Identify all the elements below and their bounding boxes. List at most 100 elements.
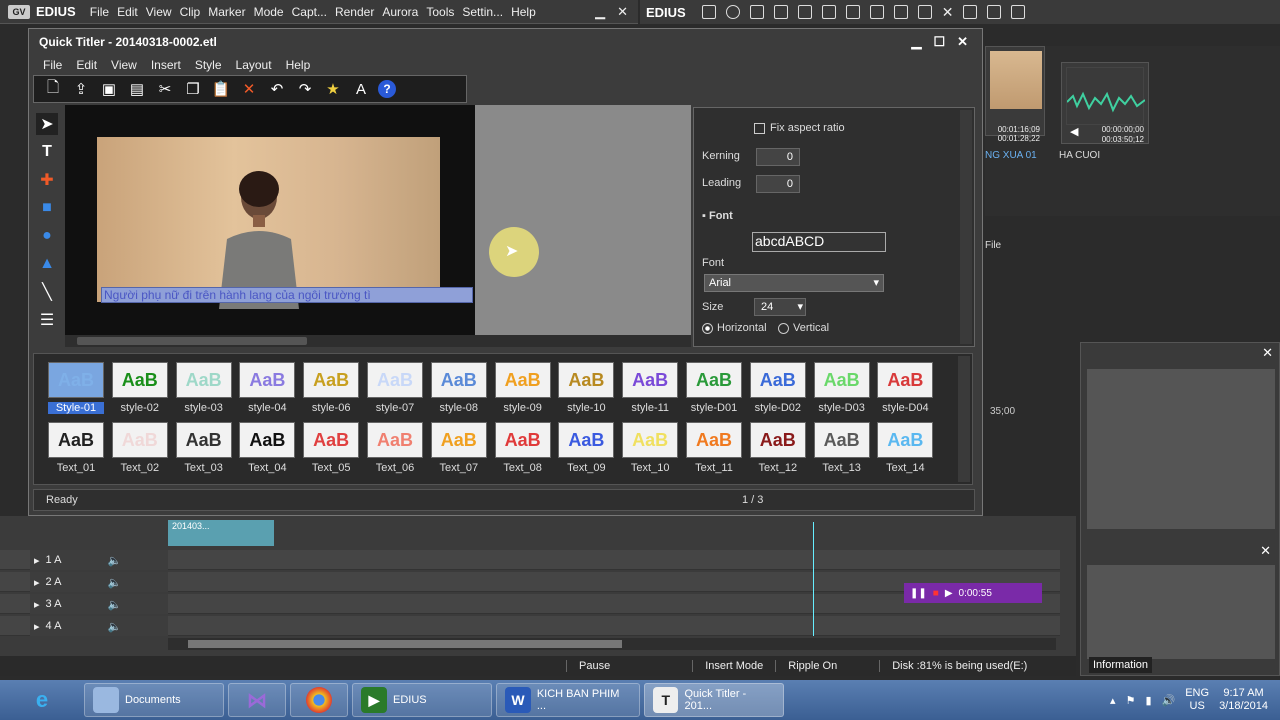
collapse-icon[interactable]: ▪ [702, 210, 706, 222]
cut-icon[interactable] [845, 5, 860, 19]
speaker-icon[interactable]: 🔈 [107, 598, 121, 611]
task-chrome[interactable] [290, 683, 348, 717]
select-tool-icon[interactable]: ➤ [36, 113, 58, 135]
menu-mode[interactable]: Mode [250, 5, 288, 19]
open-icon[interactable]: ⇪ [70, 78, 92, 100]
task-edius[interactable]: ▶ EDIUS [352, 683, 492, 717]
menu-capture[interactable]: Capt... [288, 5, 331, 19]
properties-scrollbar[interactable] [960, 110, 972, 344]
monitor-icon[interactable] [821, 5, 836, 19]
delete-icon[interactable]: ✕ [238, 78, 260, 100]
copy-icon[interactable] [869, 5, 884, 19]
style-swatch[interactable]: AaB style-02 [111, 362, 168, 414]
style-swatch[interactable]: AaB style-08 [430, 362, 487, 414]
track-3a[interactable]: ▸ 3 A 🔈 [0, 594, 1060, 614]
style-swatch[interactable]: AaB style-07 [367, 362, 423, 414]
line-tool-icon[interactable]: ╲ [36, 281, 58, 303]
font-select[interactable]: Arial ▾ [704, 274, 884, 292]
leading-input[interactable]: 0 [756, 175, 800, 193]
menu-edit[interactable]: Edit [113, 5, 142, 19]
maximize-icon[interactable]: ☐ [933, 34, 945, 50]
status-insert-mode[interactable]: Insert Mode [692, 660, 775, 672]
timeline-scrollbar[interactable] [168, 638, 1056, 650]
speaker-icon[interactable]: 🔈 [107, 576, 121, 589]
menu-help[interactable]: Help [507, 5, 540, 19]
paste-icon[interactable]: 📋 [210, 78, 232, 100]
style-swatch[interactable]: AaB Text_07 [430, 422, 487, 474]
close-icon[interactable]: ✕ [617, 4, 628, 20]
language-indicator[interactable]: ENG US [1185, 687, 1209, 713]
track-1a[interactable]: ▸ 1 A 🔈 [0, 550, 1060, 570]
text-tool-icon[interactable]: T [36, 141, 58, 163]
style-swatch[interactable]: AaB Text_09 [558, 422, 615, 474]
bin-clip-2[interactable]: ◀ 00:00:00;00 00:03:50;12 [1061, 62, 1149, 144]
style-swatch[interactable]: AaB Text_02 [111, 422, 168, 474]
close-icon[interactable]: ✕ [1262, 345, 1273, 361]
titler-menu-edit[interactable]: Edit [72, 58, 101, 72]
menu-file[interactable]: File [86, 5, 113, 19]
close-icon[interactable]: ✕ [1260, 543, 1271, 559]
new-icon[interactable]: 🗋 [42, 78, 64, 100]
ie-taskbar-icon[interactable]: e [4, 683, 80, 717]
task-visual-studio[interactable]: ⋈ [228, 683, 286, 717]
gallery-scrollbar[interactable] [958, 356, 970, 482]
menu-clip[interactable]: Clip [176, 5, 205, 19]
minimize-icon[interactable]: ▁ [595, 4, 605, 20]
style-swatch[interactable]: AaB style-D04 [877, 362, 934, 414]
up-folder-icon[interactable] [749, 5, 764, 19]
titler-menu-insert[interactable]: Insert [147, 58, 185, 72]
stop-icon[interactable]: ■ [933, 588, 939, 599]
style-swatch[interactable]: AaB Text_05 [303, 422, 360, 474]
style-swatch[interactable]: AaB style-10 [558, 362, 615, 414]
scroll-thumb[interactable] [77, 337, 307, 345]
volume-icon[interactable]: 🔊 [1162, 694, 1176, 707]
clock[interactable]: 9:17 AM 3/18/2014 [1219, 687, 1268, 713]
style-swatch[interactable]: AaB Text_08 [494, 422, 551, 474]
speaker-icon[interactable]: 🔈 [107, 620, 121, 633]
menu-render[interactable]: Render [331, 5, 378, 19]
menu-tools[interactable]: Tools [422, 5, 458, 19]
style-swatch[interactable]: AaB Text_04 [239, 422, 296, 474]
scroll-thumb[interactable] [188, 640, 622, 648]
style-swatch[interactable]: AaB style-11 [622, 362, 679, 414]
bin-clip-1[interactable]: 00:01:16;09 00:01:28;22 [985, 46, 1045, 143]
expand-icon[interactable]: ▸ [34, 620, 40, 633]
style-swatch[interactable]: AaB style-09 [494, 362, 551, 414]
canvas-horizontal-scrollbar[interactable] [65, 335, 691, 347]
copy-icon[interactable]: ❐ [182, 78, 204, 100]
ellipse-tool-icon[interactable]: ● [36, 225, 58, 247]
font-section-header[interactable]: ▪ Font [702, 210, 733, 222]
horizontal-option[interactable]: Horizontal [702, 322, 767, 334]
style-swatch[interactable]: AaB Text_13 [813, 422, 870, 474]
speaker-icon[interactable]: 🔈 [107, 554, 121, 567]
image-tool-icon[interactable]: ✚ [36, 169, 58, 191]
style-swatch[interactable]: AaB style-D03 [813, 362, 870, 414]
align-tool-icon[interactable]: ☰ [36, 309, 58, 331]
style-swatch[interactable]: AaB style-04 [239, 362, 296, 414]
save-icon[interactable]: ▣ [98, 78, 120, 100]
play-icon[interactable]: ▶ [945, 588, 953, 599]
fix-aspect-row[interactable]: Fix aspect ratio [754, 122, 845, 134]
titler-menu-style[interactable]: Style [191, 58, 226, 72]
properties-icon[interactable] [963, 5, 978, 19]
style-swatch[interactable]: AaB Text_14 [877, 422, 934, 474]
network-icon[interactable]: ▮ [1145, 694, 1151, 707]
style-swatch[interactable]: AaB Text_11 [686, 422, 742, 474]
menu-settings[interactable]: Settin... [458, 5, 507, 19]
minimize-icon[interactable]: ▁ [911, 34, 921, 50]
font-search-icon[interactable]: A [350, 78, 372, 100]
titler-menu-view[interactable]: View [107, 58, 141, 72]
register-style-icon[interactable]: ★ [322, 78, 344, 100]
style-swatch[interactable]: AaB Style-01 [48, 362, 104, 414]
style-swatch[interactable]: AaB Text_10 [622, 422, 679, 474]
style-swatch[interactable]: AaB Text_03 [175, 422, 232, 474]
delete-icon[interactable]: ✕ [942, 4, 954, 21]
titler-menu-file[interactable]: File [39, 58, 66, 72]
expand-icon[interactable]: ▸ [34, 576, 40, 589]
task-word[interactable]: W KICH BAN PHIM ... [496, 683, 640, 717]
window-icon[interactable] [1011, 5, 1026, 19]
status-ripple[interactable]: Ripple On [775, 660, 849, 672]
upload-icon[interactable] [917, 5, 932, 19]
information-tab[interactable]: Information [1089, 657, 1153, 673]
size-select[interactable]: 24 ▾ [754, 298, 806, 316]
